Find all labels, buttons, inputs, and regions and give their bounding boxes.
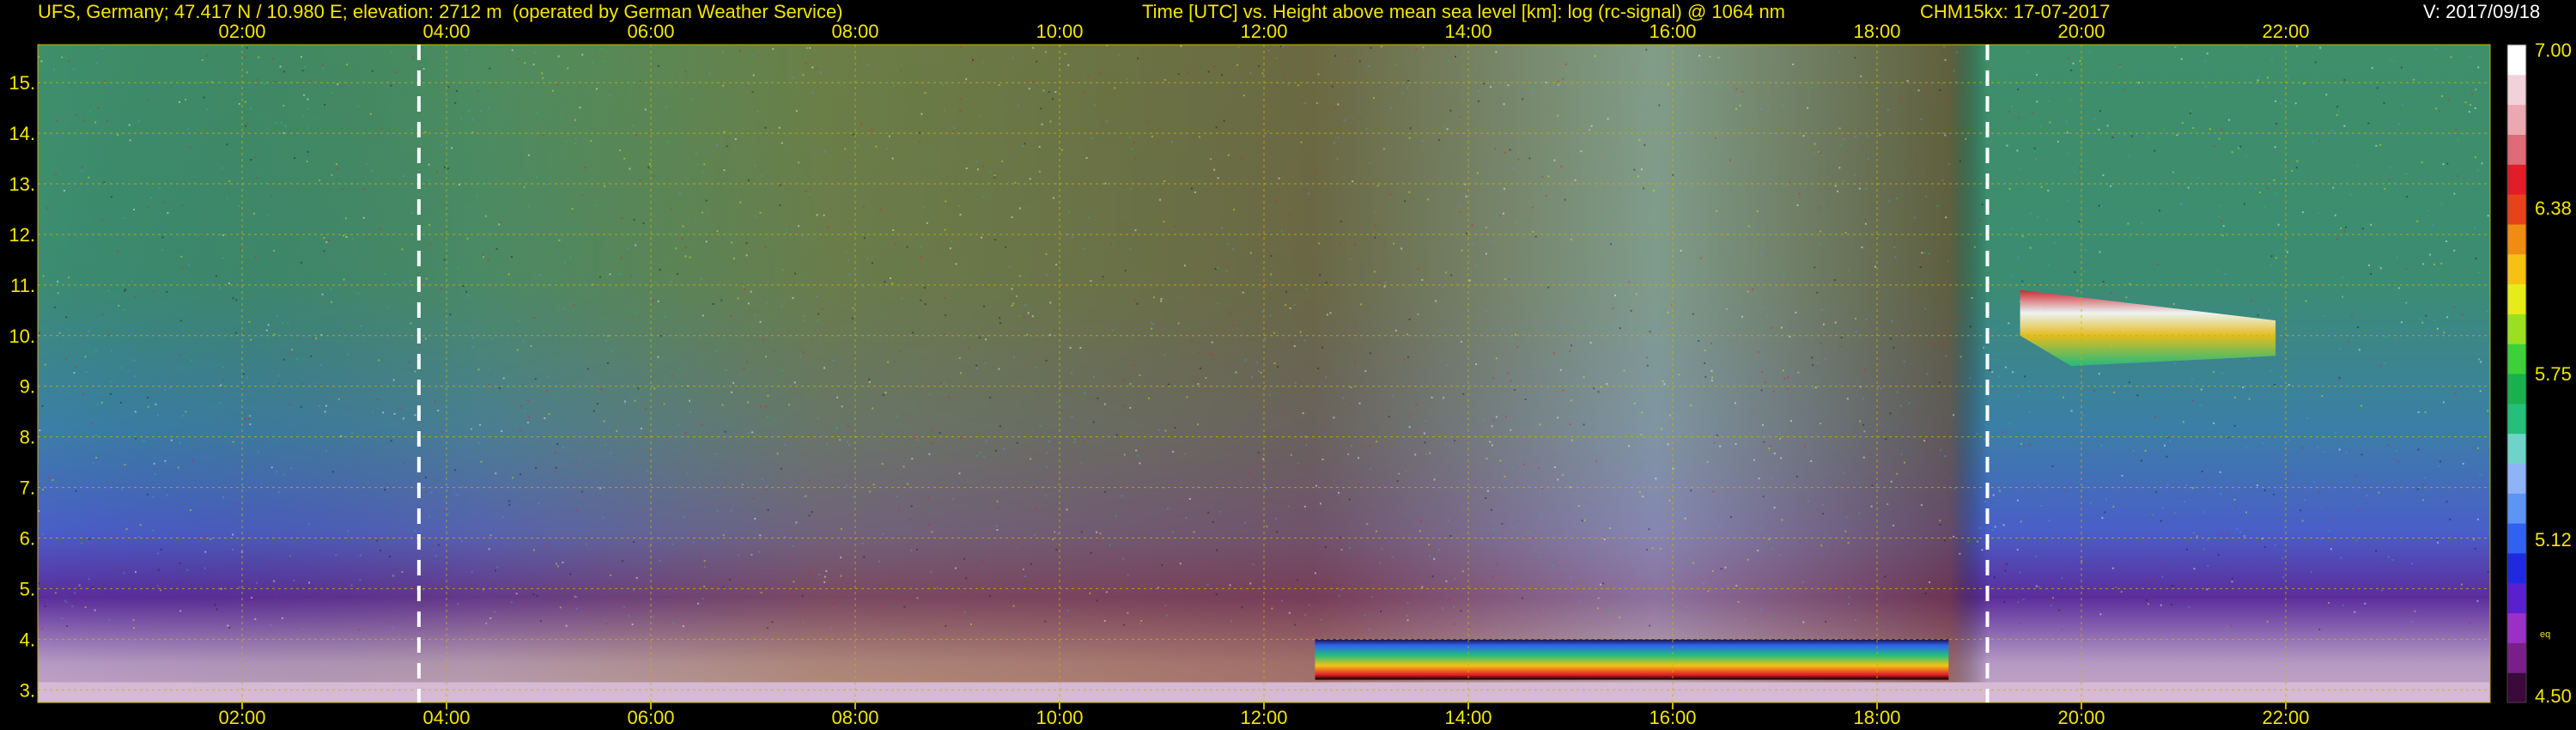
colorbar-tick-label: 6.38: [2535, 198, 2572, 219]
x-tick-label-top: 04:00: [422, 21, 470, 42]
x-tick-label-bottom: 08:00: [831, 707, 878, 728]
colorbar-segment: [2507, 194, 2526, 225]
x-tick-label-top: 22:00: [2262, 21, 2309, 42]
colorbar-segment: [2507, 223, 2526, 255]
colorbar-segment: [2507, 433, 2526, 464]
colorbar-segment: [2507, 403, 2526, 435]
y-tick-label: 7.: [20, 478, 35, 499]
y-tick-label: 13.: [9, 173, 35, 195]
x-tick-label-bottom: 18:00: [1853, 707, 1900, 728]
colorbar-segment: [2507, 253, 2526, 285]
y-tick-label: 12.: [9, 224, 35, 246]
x-tick-label-bottom: 06:00: [627, 707, 674, 728]
surface-layer: [38, 682, 2490, 703]
y-tick-label: 3.: [20, 679, 35, 701]
x-tick-label-bottom: 10:00: [1036, 707, 1083, 728]
x-tick-label-top: 08:00: [831, 21, 878, 42]
y-tick-label: 14.: [9, 123, 35, 144]
colorbar-segment: [2507, 74, 2526, 106]
y-tick-label: 5.: [20, 578, 35, 599]
colorbar-tick-label: 5.12: [2535, 529, 2572, 551]
colorbar-unit-label: eq: [2540, 630, 2550, 640]
x-tick-label-top: 02:00: [218, 21, 265, 42]
x-tick-label-top: 14:00: [1444, 21, 1492, 42]
x-tick-label-bottom: 12:00: [1240, 707, 1287, 728]
x-tick-label-top: 06:00: [627, 21, 674, 42]
y-tick-label: 8.: [20, 427, 35, 448]
colorbar-tick-label: 4.50: [2535, 685, 2572, 707]
colorbar-segment: [2507, 612, 2526, 643]
y-tick-label: 4.: [20, 629, 35, 650]
colorbar-segment: [2507, 463, 2526, 494]
colorbar-segment: [2507, 374, 2526, 405]
y-tick-label: 10.: [9, 325, 35, 347]
x-tick-label-bottom: 20:00: [2057, 707, 2105, 728]
x-tick-label-top: 20:00: [2057, 21, 2105, 42]
colorbar-segment: [2507, 344, 2526, 374]
x-tick-label-bottom: 02:00: [218, 707, 265, 728]
y-tick-label: 9.: [20, 376, 35, 398]
colorbar-segment: [2507, 313, 2526, 344]
colorbar-segment: [2507, 523, 2526, 554]
colorbar-segment: [2507, 493, 2526, 524]
colorbar-segment: [2507, 45, 2526, 76]
y-tick-label: 11.: [10, 275, 35, 296]
ceilometer-chart: 02:00 02:00 04:00 04:00 06:00 06:00 08:00 08:00…: [9, 21, 2572, 728]
x-tick-label-top: 10:00: [1036, 21, 1083, 42]
colorbar-tick-label: 5.75: [2535, 363, 2572, 385]
colorbar-segment: [2507, 672, 2526, 703]
x-tick-label-bottom: 14:00: [1444, 707, 1492, 728]
y-tick-label: 15.: [9, 72, 35, 94]
colorbar-segment: [2507, 582, 2526, 614]
x-tick-label-bottom: 16:00: [1649, 707, 1696, 728]
colorbar-tick-label: 7.00: [2535, 40, 2572, 61]
colorbar-segment: [2507, 552, 2526, 584]
colorbar-segment: [2507, 134, 2526, 165]
colorbar-segment: [2507, 104, 2526, 135]
colorbar-segment: [2507, 164, 2526, 195]
colorbar-segment: [2507, 283, 2526, 314]
x-tick-label-top: 18:00: [1853, 21, 1900, 42]
aerosol-layer: [1315, 639, 1949, 680]
x-tick-label-top: 12:00: [1240, 21, 1287, 42]
x-tick-label-top: 16:00: [1649, 21, 1696, 42]
x-tick-label-bottom: 22:00: [2262, 707, 2309, 728]
y-tick-label: 6.: [20, 528, 35, 550]
x-tick-label-bottom: 04:00: [422, 707, 470, 728]
colorbar-segment: [2507, 642, 2526, 673]
